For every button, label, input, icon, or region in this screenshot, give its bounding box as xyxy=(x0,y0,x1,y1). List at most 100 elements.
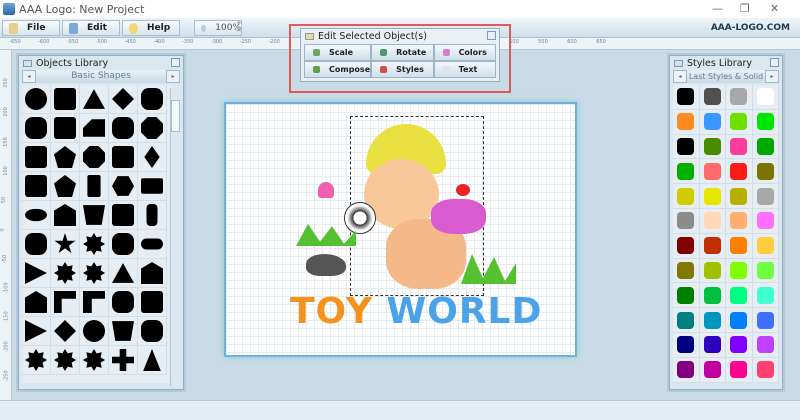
minimize-panel-button[interactable] xyxy=(171,58,180,67)
shape-item[interactable] xyxy=(138,143,167,172)
compose-button[interactable]: Compose xyxy=(304,61,372,78)
zoom-down-button[interactable]: − xyxy=(236,27,242,35)
style-swatch[interactable] xyxy=(673,134,700,160)
style-swatch[interactable] xyxy=(726,184,753,209)
shape-item[interactable] xyxy=(51,114,80,143)
shape-item[interactable] xyxy=(138,85,167,114)
style-swatch[interactable] xyxy=(752,109,779,135)
scroll-thumb[interactable] xyxy=(171,100,180,132)
shape-item[interactable] xyxy=(80,230,109,259)
style-swatch[interactable] xyxy=(699,85,726,110)
shape-item[interactable] xyxy=(138,201,167,230)
style-swatch[interactable] xyxy=(673,283,700,309)
shape-item[interactable] xyxy=(51,346,80,375)
shape-item[interactable] xyxy=(80,143,109,172)
style-swatch[interactable] xyxy=(699,184,726,209)
file-button[interactable]: File xyxy=(2,20,60,36)
style-swatch[interactable] xyxy=(673,308,700,333)
shape-item[interactable] xyxy=(51,259,80,288)
style-swatch[interactable] xyxy=(752,233,779,259)
style-swatch[interactable] xyxy=(699,233,726,259)
style-swatch[interactable] xyxy=(673,109,700,135)
shape-item[interactable] xyxy=(22,259,51,288)
style-swatch[interactable] xyxy=(726,283,753,309)
shape-item[interactable] xyxy=(22,143,51,172)
style-swatch[interactable] xyxy=(752,85,779,110)
shape-item[interactable] xyxy=(109,201,138,230)
shape-item[interactable] xyxy=(109,346,138,375)
style-swatch[interactable] xyxy=(726,109,753,135)
shape-item[interactable] xyxy=(22,172,51,201)
shape-item[interactable] xyxy=(138,230,167,259)
brand-link[interactable]: AAA-LOGO.COM xyxy=(711,23,790,33)
style-swatch[interactable] xyxy=(726,308,753,333)
design-canvas[interactable]: TOY WORLD xyxy=(224,102,577,357)
next-category-button[interactable]: ▸ xyxy=(166,70,180,83)
colors-button[interactable]: Colors xyxy=(433,44,496,61)
rotate-button[interactable]: Rotate xyxy=(371,44,434,61)
style-swatch[interactable] xyxy=(673,85,700,110)
shape-item[interactable] xyxy=(138,172,167,201)
style-swatch[interactable] xyxy=(752,283,779,309)
logo-text[interactable]: TOY WORLD xyxy=(290,291,542,332)
style-swatch[interactable] xyxy=(726,332,753,358)
shape-item[interactable] xyxy=(22,114,51,143)
shape-item[interactable] xyxy=(80,114,109,143)
style-swatch[interactable] xyxy=(752,357,779,383)
text-button[interactable]: Text xyxy=(433,61,496,78)
shape-item[interactable] xyxy=(51,201,80,230)
shape-item[interactable] xyxy=(51,172,80,201)
style-swatch[interactable] xyxy=(752,208,779,234)
shape-item[interactable] xyxy=(80,288,109,317)
style-swatch[interactable] xyxy=(699,109,726,135)
close-button[interactable]: ✕ xyxy=(770,2,779,15)
style-swatch[interactable] xyxy=(726,134,753,160)
shape-item[interactable] xyxy=(51,85,80,114)
shape-item[interactable] xyxy=(109,288,138,317)
style-swatch[interactable] xyxy=(673,332,700,358)
shape-item[interactable] xyxy=(51,288,80,317)
style-swatch[interactable] xyxy=(752,308,779,333)
restore-button[interactable]: ❐ xyxy=(740,2,750,15)
shape-item[interactable] xyxy=(51,317,80,346)
shape-item[interactable] xyxy=(22,85,51,114)
minimize-panel-button[interactable] xyxy=(487,31,496,40)
shape-item[interactable] xyxy=(80,172,109,201)
style-swatch[interactable] xyxy=(752,159,779,185)
style-swatch[interactable] xyxy=(752,258,779,284)
scale-button[interactable]: Scale xyxy=(304,44,372,61)
shape-item[interactable] xyxy=(138,317,167,346)
style-swatch[interactable] xyxy=(726,357,753,383)
minimize-panel-button[interactable] xyxy=(770,58,779,67)
shape-item[interactable] xyxy=(51,230,80,259)
shape-item[interactable] xyxy=(138,114,167,143)
shape-item[interactable] xyxy=(109,114,138,143)
next-category-button[interactable]: ▸ xyxy=(765,70,779,83)
style-swatch[interactable] xyxy=(699,208,726,234)
style-swatch[interactable] xyxy=(699,332,726,358)
shape-item[interactable] xyxy=(51,143,80,172)
shape-item[interactable] xyxy=(109,143,138,172)
shape-item[interactable] xyxy=(80,201,109,230)
shape-item[interactable] xyxy=(80,85,109,114)
prev-category-button[interactable]: ◂ xyxy=(22,70,36,83)
shape-item[interactable] xyxy=(22,317,51,346)
scrollbar[interactable] xyxy=(170,88,180,386)
style-swatch[interactable] xyxy=(673,357,700,383)
style-swatch[interactable] xyxy=(726,233,753,259)
shape-item[interactable] xyxy=(109,230,138,259)
shape-item[interactable] xyxy=(80,259,109,288)
style-swatch[interactable] xyxy=(752,184,779,209)
style-swatch[interactable] xyxy=(673,184,700,209)
shape-item[interactable] xyxy=(138,259,167,288)
minimize-button[interactable]: — xyxy=(712,2,723,15)
shape-item[interactable] xyxy=(138,288,167,317)
shape-item[interactable] xyxy=(109,259,138,288)
shape-item[interactable] xyxy=(109,172,138,201)
help-button[interactable]: Help xyxy=(122,20,180,36)
shape-item[interactable] xyxy=(22,201,51,230)
edit-button[interactable]: Edit xyxy=(62,20,120,36)
style-swatch[interactable] xyxy=(699,308,726,333)
shape-item[interactable] xyxy=(22,230,51,259)
style-swatch[interactable] xyxy=(726,258,753,284)
